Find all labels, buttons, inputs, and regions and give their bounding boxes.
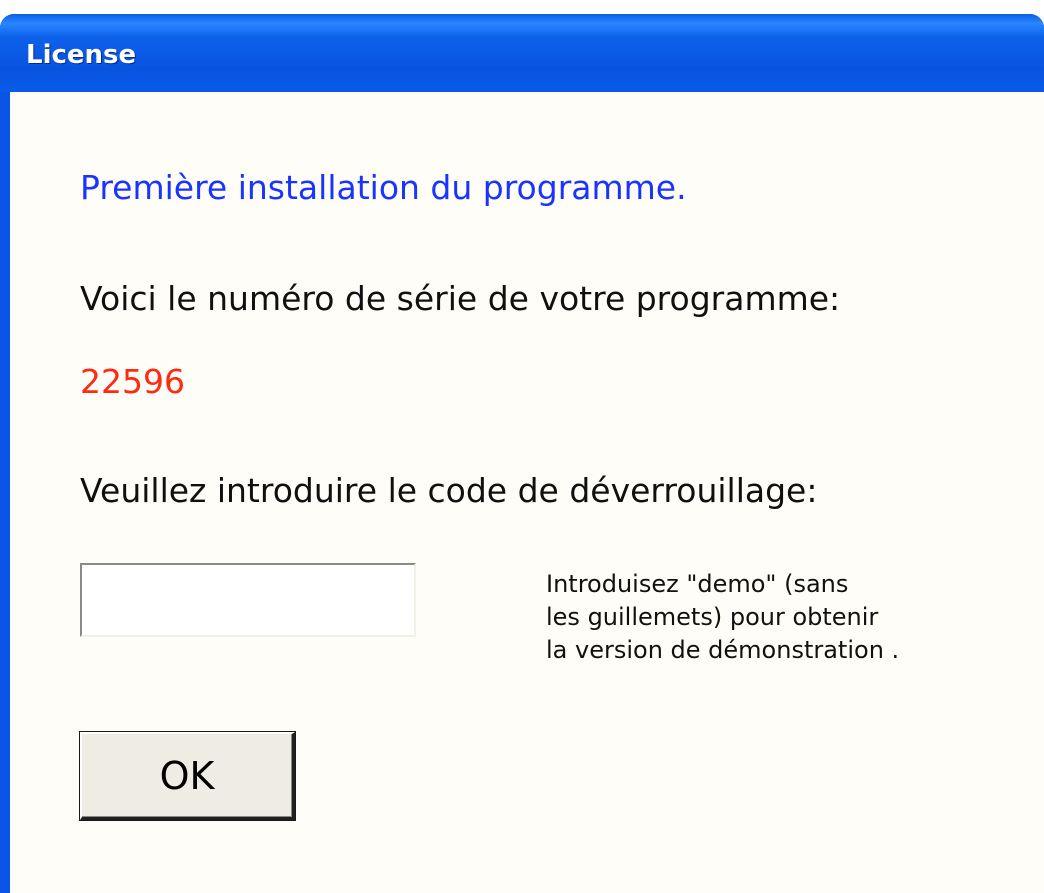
license-dialog: License Première installation du program… [0, 14, 1044, 893]
demo-hint-line-3: la version de démonstration . [546, 636, 900, 664]
serial-number-value: 22596 [80, 362, 185, 401]
ok-button[interactable]: OK [80, 732, 295, 820]
window-title: License [26, 40, 137, 70]
demo-hint: Introduisez "demo" (sans les guillemets)… [546, 568, 986, 667]
unlock-code-input[interactable] [80, 563, 416, 637]
serial-number-label: Voici le numéro de série de votre progra… [80, 279, 841, 318]
dialog-body: Première installation du programme. Voic… [10, 92, 1044, 893]
title-bar[interactable]: License [0, 14, 1044, 92]
first-install-heading: Première installation du programme. [80, 168, 687, 207]
unlock-code-label: Veuillez introduire le code de déverroui… [80, 471, 818, 510]
demo-hint-line-2: les guillemets) pour obtenir [546, 603, 879, 631]
demo-hint-line-1: Introduisez "demo" (sans [546, 570, 849, 598]
